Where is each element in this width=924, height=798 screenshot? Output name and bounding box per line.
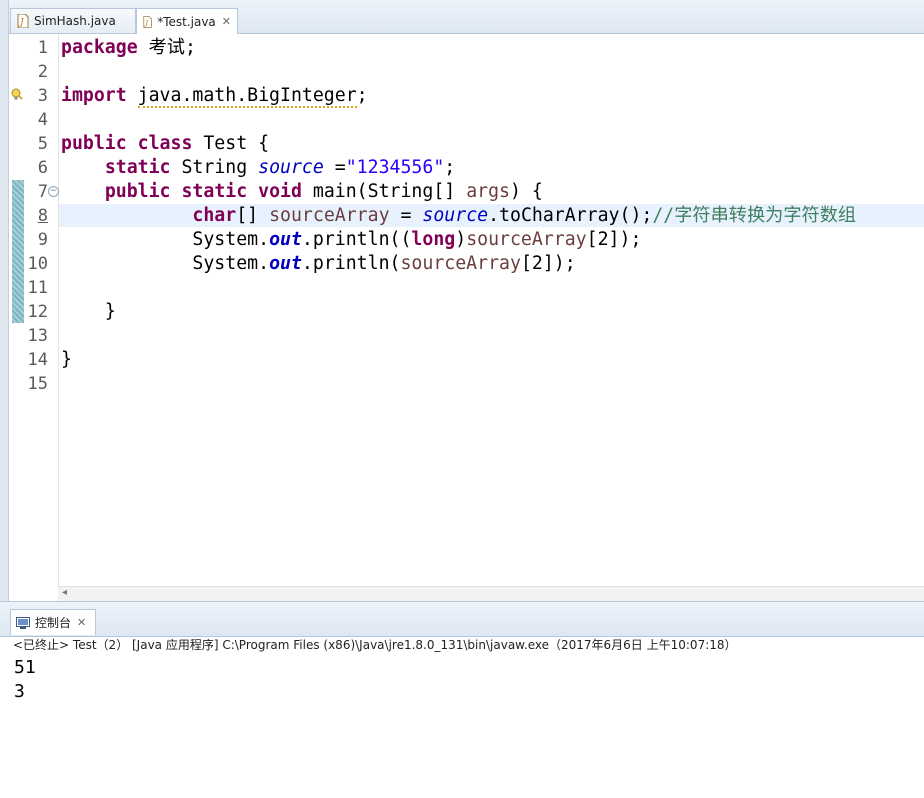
code-text: [2]); xyxy=(586,229,642,250)
tab-label: SimHash.java xyxy=(34,14,116,28)
fold-toggle-icon[interactable]: − xyxy=(48,186,59,197)
keyword: char xyxy=(192,205,237,226)
static-field: out xyxy=(269,229,302,250)
code-text: } xyxy=(104,301,116,322)
code-text: ) xyxy=(455,229,467,250)
console-output-line: 51 xyxy=(14,657,36,678)
code-text: ; xyxy=(356,85,368,106)
line-number: 3 xyxy=(37,86,48,106)
line-number: 11 xyxy=(27,278,48,298)
console-status-line: <已终止> Test（2） [Java 应用程序] C:\Program Fil… xyxy=(13,638,737,652)
code-editor[interactable] xyxy=(9,34,924,601)
console-tab-bar xyxy=(0,601,924,637)
code-line-8[interactable]: char[] sourceArray = source.toCharArray(… xyxy=(61,204,856,228)
local-variable: sourceArray xyxy=(466,229,587,250)
scroll-left-icon[interactable]: ◂ xyxy=(62,587,67,598)
line-number: 15 xyxy=(27,374,48,394)
code-text: [2]); xyxy=(520,253,576,274)
keyword: public xyxy=(104,181,171,202)
local-variable: sourceArray xyxy=(269,205,390,226)
line-number: 13 xyxy=(27,326,48,346)
code-text: ) { xyxy=(510,181,543,202)
code-text: = xyxy=(389,205,423,226)
code-text: System. xyxy=(192,229,270,250)
keyword: import xyxy=(61,85,127,106)
left-view-strip xyxy=(0,0,9,610)
code-text: ; xyxy=(444,157,456,178)
horizontal-scrollbar[interactable] xyxy=(58,586,924,602)
tab-test[interactable]: J *Test.java ✕ xyxy=(136,8,238,34)
code-line-7[interactable]: public static void main(String[] args) { xyxy=(61,180,543,204)
keyword: class xyxy=(137,133,193,154)
static-field: source xyxy=(422,205,489,226)
keyword: void xyxy=(258,181,302,202)
warning-lightbulb-icon[interactable] xyxy=(11,88,23,100)
code-line-14[interactable]: } xyxy=(61,348,72,372)
parameter: args xyxy=(466,181,510,202)
code-text: } xyxy=(61,349,72,370)
line-number: 4 xyxy=(37,110,48,130)
line-number: 1 xyxy=(37,38,48,58)
code-line-3[interactable]: import java.math.BigInteger; xyxy=(61,84,368,108)
static-field: out xyxy=(269,253,302,274)
import-name-warning[interactable]: java.math.BigInteger xyxy=(137,85,357,108)
keyword: static xyxy=(104,157,171,178)
code-text: main(String[] xyxy=(301,181,467,202)
code-text: .println(( xyxy=(301,229,412,250)
line-number: 2 xyxy=(37,62,48,82)
code-text: .println( xyxy=(301,253,401,274)
line-number: 8 xyxy=(37,206,48,226)
code-text: System. xyxy=(192,253,270,274)
line-number: 9 xyxy=(37,230,48,250)
code-line-10[interactable]: System.out.println(sourceArray[2]); xyxy=(61,252,576,276)
line-number: 12 xyxy=(27,302,48,322)
code-text: Test { xyxy=(192,133,270,154)
line-number: 5 xyxy=(37,134,48,154)
keyword: long xyxy=(411,229,456,250)
code-text: 考试; xyxy=(137,37,196,58)
code-text: .toCharArray(); xyxy=(488,205,653,226)
code-line-5[interactable]: public class Test { xyxy=(61,132,269,156)
line-number: 14 xyxy=(27,350,48,370)
close-icon[interactable]: ✕ xyxy=(77,616,86,629)
keyword: static xyxy=(181,181,248,202)
static-field: source xyxy=(258,157,324,178)
code-line-6[interactable]: static String source ="1234556"; xyxy=(61,156,455,180)
console-icon xyxy=(16,616,30,629)
code-line-9[interactable]: System.out.println((long)sourceArray[2])… xyxy=(61,228,641,252)
java-file-icon: J xyxy=(143,15,152,28)
code-text: [] xyxy=(236,205,270,226)
local-variable: sourceArray xyxy=(400,253,521,274)
line-number: 6 xyxy=(37,158,48,178)
keyword: public xyxy=(61,133,127,154)
console-tab-label: 控制台 xyxy=(35,616,72,630)
code-line-1[interactable]: package 考试; xyxy=(61,36,196,60)
keyword: package xyxy=(61,37,138,58)
string-literal: "1234556" xyxy=(345,157,445,178)
code-text: String xyxy=(170,157,259,178)
tab-simhash[interactable]: J SimHash.java xyxy=(10,8,136,33)
code-line-12[interactable]: } xyxy=(61,300,116,324)
console-output-line: 3 xyxy=(14,681,25,702)
java-file-icon: J xyxy=(17,14,29,28)
tab-console[interactable]: 控制台 ✕ xyxy=(10,609,96,635)
close-icon[interactable]: ✕ xyxy=(222,15,231,28)
line-number: 7 xyxy=(37,182,48,202)
tab-label: *Test.java xyxy=(157,14,216,29)
line-number: 10 xyxy=(27,254,48,274)
quick-diff-change-bar xyxy=(12,180,24,323)
code-text: = xyxy=(323,157,346,178)
comment: //字符串转换为字符数组 xyxy=(652,205,857,226)
